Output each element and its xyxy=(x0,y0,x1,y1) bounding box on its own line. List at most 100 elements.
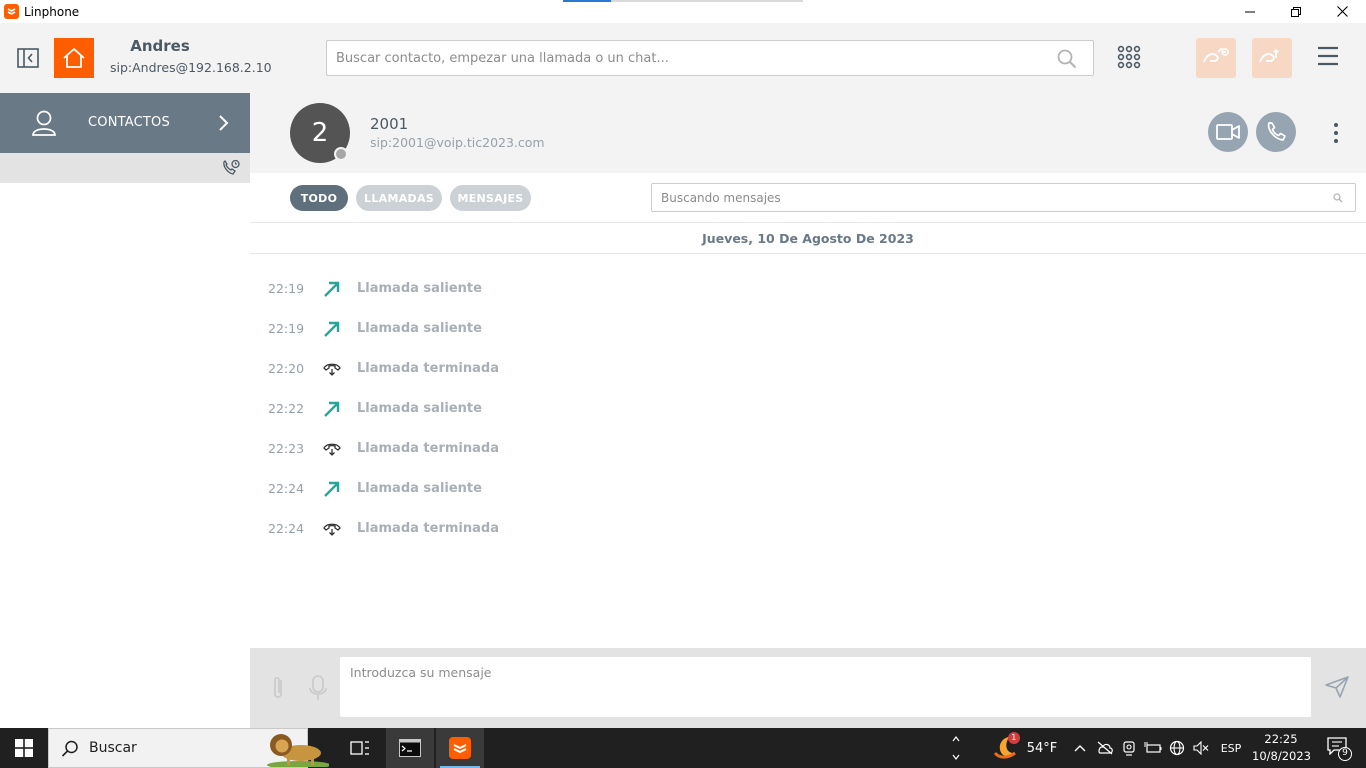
date-separator: Jueves, 10 De Agosto De 2023 xyxy=(250,224,1366,254)
dialpad-icon xyxy=(1117,45,1141,69)
contact-sip-address: sip:2001@voip.tic2023.com xyxy=(370,135,545,150)
search-highlight-lion-icon xyxy=(267,734,329,767)
notification-center-button[interactable]: 9 xyxy=(1318,728,1358,768)
filter-calls-chip[interactable]: LLAMADAS xyxy=(356,185,442,211)
windows-logo-icon xyxy=(15,739,33,757)
entry-time: 22:19 xyxy=(268,281,305,296)
contact-header: 2 2001 sip:2001@voip.tic2023.com xyxy=(250,93,1366,173)
entry-label: Llamada saliente xyxy=(357,321,482,336)
history-filter-bar: TODO LLAMADAS MENSAJES xyxy=(250,173,1366,223)
entry-time: 22:19 xyxy=(268,321,305,336)
clock-time: 22:25 xyxy=(1264,732,1298,746)
global-search-box[interactable] xyxy=(326,40,1094,76)
message-search-box[interactable] xyxy=(651,183,1356,212)
weather-widget[interactable]: 1 54°F xyxy=(984,728,1064,768)
outgoing-call-icon xyxy=(324,281,340,297)
microphone-icon[interactable] xyxy=(308,674,328,702)
cloud-offline-icon xyxy=(1097,741,1113,755)
entry-time: 22:23 xyxy=(268,441,305,456)
video-call-button[interactable] xyxy=(1208,112,1248,152)
clock-date: 10/8/2023 xyxy=(1252,749,1311,763)
taskbar-overflow-scroll[interactable] xyxy=(946,728,966,768)
onedrive-tray-button[interactable] xyxy=(1094,728,1116,768)
search-icon[interactable] xyxy=(1057,49,1077,69)
conference-icon xyxy=(1203,47,1229,63)
entry-time: 22:22 xyxy=(268,401,305,416)
home-icon xyxy=(63,48,85,68)
message-composer xyxy=(250,648,1366,728)
hamburger-menu-icon xyxy=(1318,46,1338,66)
more-dots-icon xyxy=(1334,123,1338,127)
global-search-input[interactable] xyxy=(327,41,1047,75)
battery-tray-button[interactable] xyxy=(1142,728,1164,768)
call-ended-icon xyxy=(323,523,341,536)
search-icon[interactable] xyxy=(1333,193,1343,203)
missed-calls-icon[interactable] xyxy=(221,159,241,177)
entry-label: Llamada terminada xyxy=(357,361,499,376)
webcam-icon xyxy=(1123,741,1135,756)
account-name[interactable]: Andres xyxy=(110,37,210,55)
taskbar-search-label: Buscar xyxy=(89,740,137,756)
audio-call-button[interactable] xyxy=(1256,112,1296,152)
history-entry: 22:24 Llamada terminada xyxy=(250,509,1366,549)
input-language-indicator[interactable]: ESP xyxy=(1216,728,1246,768)
weather-temperature: 54°F xyxy=(1026,740,1058,756)
attachment-icon[interactable] xyxy=(267,674,289,702)
more-options-button[interactable] xyxy=(1326,119,1346,147)
home-button[interactable] xyxy=(54,38,94,78)
message-search-input[interactable] xyxy=(652,184,1322,211)
input-language-label: ESP xyxy=(1220,741,1242,755)
close-button[interactable] xyxy=(1319,0,1365,23)
history-entry: 22:22 Llamada saliente xyxy=(250,389,1366,429)
terminal-icon xyxy=(399,739,421,757)
taskbar-app-linphone[interactable] xyxy=(436,728,484,768)
transfer-call-button[interactable] xyxy=(1252,38,1292,78)
sidebar-item-contacts[interactable]: CONTACTOS xyxy=(0,93,250,153)
account-address[interactable]: sip:Andres@192.168.2.10 xyxy=(110,60,272,75)
show-hidden-icons-button[interactable] xyxy=(1070,728,1090,768)
more-dot xyxy=(1334,131,1338,135)
minimize-button[interactable] xyxy=(1227,0,1273,23)
filter-messages-chip[interactable]: MENSAJES xyxy=(450,185,531,211)
focus-indicator xyxy=(563,0,803,2)
entry-time: 22:24 xyxy=(268,481,305,496)
notification-icon: 9 xyxy=(1327,737,1352,761)
search-icon xyxy=(61,740,78,757)
entry-label: Llamada saliente xyxy=(357,401,482,416)
outgoing-call-icon xyxy=(324,481,340,497)
windows-taskbar: Buscar 1 54°F ESP 22:25 10/8/2023 9 xyxy=(0,728,1366,768)
filter-all-chip[interactable]: TODO xyxy=(290,185,348,211)
call-transfer-icon xyxy=(1259,48,1279,63)
taskbar-app-terminal[interactable] xyxy=(386,728,434,768)
restore-button[interactable] xyxy=(1273,0,1319,23)
start-button[interactable] xyxy=(0,728,48,768)
conversation-panel: 2 2001 sip:2001@voip.tic2023.com TODO LL… xyxy=(250,93,1366,728)
start-conference-button[interactable] xyxy=(1196,38,1236,78)
linphone-logo-icon xyxy=(449,737,471,759)
send-icon[interactable] xyxy=(1324,675,1350,699)
entry-label: Llamada saliente xyxy=(357,281,482,296)
camera-tray-button[interactable] xyxy=(1118,728,1140,768)
sidebar: CONTACTOS xyxy=(0,93,250,728)
call-ended-icon xyxy=(323,363,341,376)
entry-label: Llamada saliente xyxy=(357,481,482,496)
message-input[interactable] xyxy=(340,657,1311,717)
task-view-button[interactable] xyxy=(336,728,384,768)
phone-icon xyxy=(1267,122,1286,141)
linphone-logo-icon xyxy=(4,4,19,19)
network-tray-button[interactable] xyxy=(1166,728,1188,768)
taskbar-clock[interactable]: 22:25 10/8/2023 xyxy=(1252,731,1311,765)
call-history-list: 22:19 Llamada saliente 22:19 Llamada sal… xyxy=(250,269,1366,549)
more-dot xyxy=(1334,139,1338,143)
collapse-sidebar-button[interactable] xyxy=(14,46,42,70)
history-entry: 22:20 Llamada terminada xyxy=(250,349,1366,389)
outgoing-call-icon xyxy=(324,401,340,417)
taskbar-search-box[interactable]: Buscar xyxy=(48,728,329,768)
call-history-bar xyxy=(0,153,250,183)
volume-tray-button[interactable] xyxy=(1190,728,1212,768)
outgoing-call-icon xyxy=(324,321,340,337)
dialpad-button[interactable] xyxy=(1117,45,1143,71)
presence-status-indicator xyxy=(334,147,348,161)
main-menu-button[interactable] xyxy=(1316,45,1342,71)
window-titlebar: Linphone xyxy=(0,0,1366,23)
